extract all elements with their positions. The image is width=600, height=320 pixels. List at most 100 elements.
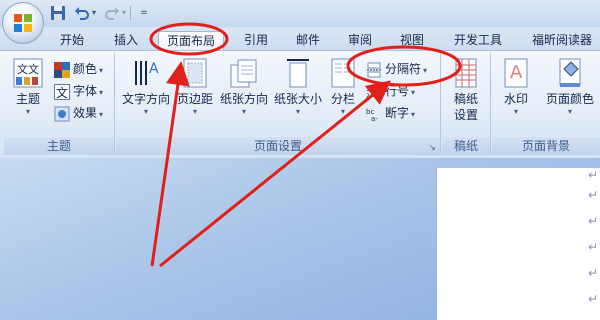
page-color-label: 页面颜色 xyxy=(545,92,594,106)
breaks-icon xyxy=(366,62,382,78)
line-numbers-button[interactable]: 1 2 行号 ▾ xyxy=(366,81,415,101)
tab-review[interactable]: 审阅 xyxy=(340,31,380,50)
paragraph-mark: ↵ xyxy=(588,168,599,182)
page-setup-group-label: 页面设置 xyxy=(116,137,440,155)
text-direction-button[interactable]: A 文字方向 ▾ xyxy=(120,57,172,117)
chevron-down-icon: ▾ xyxy=(411,110,416,119)
chevron-down-icon: ▾ xyxy=(411,88,416,97)
chevron-down-icon: ▾ xyxy=(99,88,104,97)
text-direction-label: 文字方向 xyxy=(121,92,170,106)
watermark-label: 水印 xyxy=(503,92,528,106)
theme-button-label: 主题 xyxy=(15,92,40,106)
svg-text:a-: a- xyxy=(371,115,378,122)
svg-text:文: 文 xyxy=(56,85,68,100)
theme-fonts-label: 字体 xyxy=(73,84,98,98)
svg-text:1: 1 xyxy=(366,86,370,93)
line-numbers-icon: 12 xyxy=(366,84,382,100)
theme-effects-button[interactable]: 效果 ▾ xyxy=(54,103,103,123)
chevron-down-icon: ▾ xyxy=(241,107,246,116)
chevron-down-icon: ▾ xyxy=(295,107,300,116)
chevron-down-icon: ▾ xyxy=(99,66,104,75)
ribbon: 文文 主题 ▾ 颜色▾ 文字体▾ 效果▾ 主题 A 文字方向 ▾ 页边距 xyxy=(0,50,600,160)
chevron-down-icon: ▾ xyxy=(340,107,345,116)
paragraph-mark: ↵ xyxy=(588,240,599,254)
page-background-group-label: 页面背景 xyxy=(492,137,600,155)
hyphenation-label: 断字 xyxy=(385,106,410,120)
chevron-down-icon: ▾ xyxy=(567,107,572,116)
save-icon[interactable] xyxy=(50,5,66,21)
watermark-button[interactable]: A 水印 ▾ xyxy=(496,57,536,117)
qat-separator xyxy=(130,6,131,20)
theme-button[interactable]: 文文 主题 ▾ xyxy=(8,57,48,117)
redo-icon[interactable] xyxy=(104,5,120,21)
paragraph-mark: ↵ xyxy=(588,266,599,280)
effects-icon xyxy=(54,106,70,122)
office-button[interactable] xyxy=(2,2,44,44)
chevron-down-icon: ▾ xyxy=(513,107,518,116)
undo-dropdown-icon[interactable]: ▾ xyxy=(90,5,98,21)
ribbon-tab-row: 开始 插入 页面布局 引用 邮件 审阅 视图 开发工具 福昕阅读器 xyxy=(0,27,600,51)
hyphenation-icon: bc a- xyxy=(366,106,382,123)
draft-paper-group-label: 稿纸 xyxy=(442,137,490,155)
chevron-down-icon: ▾ xyxy=(25,107,30,116)
office-logo-icon xyxy=(14,14,32,32)
chevron-down-icon: ▾ xyxy=(143,107,148,116)
tab-references[interactable]: 引用 xyxy=(236,31,276,50)
colors-icon xyxy=(54,61,70,78)
tab-developer[interactable]: 开发工具 xyxy=(446,31,510,50)
theme-icon-text: 文文 xyxy=(17,63,39,76)
draft-paper-group: 稿纸 设置 稿纸 xyxy=(442,53,491,155)
chevron-down-icon: ▾ xyxy=(99,110,104,119)
undo-icon[interactable] xyxy=(74,5,90,21)
paragraph-mark: ↵ xyxy=(588,292,599,306)
svg-text:2: 2 xyxy=(366,93,370,100)
margins-icon xyxy=(179,57,211,89)
line-numbers-label: 行号 xyxy=(385,84,410,98)
page-color-button[interactable]: 页面颜色 ▾ xyxy=(542,57,598,117)
breaks-button[interactable]: 分隔符 ▾ xyxy=(366,59,427,79)
tab-view[interactable]: 视图 xyxy=(392,31,432,50)
draft-paper-icon xyxy=(450,57,482,89)
customize-qat-icon[interactable]: = xyxy=(136,5,152,21)
document-page[interactable] xyxy=(436,168,600,320)
paragraph-mark: ↵ xyxy=(588,214,599,228)
theme-icon: 文文 xyxy=(12,57,44,89)
fonts-icon: 文 xyxy=(54,83,70,100)
chevron-down-icon: ▾ xyxy=(423,66,428,75)
title-bar: ▾ ▾ = xyxy=(0,0,600,28)
columns-icon xyxy=(327,57,359,89)
draft-settings-label-line2: 设置 xyxy=(453,108,478,122)
theme-effects-label: 效果 xyxy=(73,106,98,120)
theme-colors-button[interactable]: 颜色 ▾ xyxy=(54,59,103,79)
orientation-button[interactable]: 纸张方向 ▾ xyxy=(218,57,270,117)
tab-page-layout[interactable]: 页面布局 xyxy=(158,31,224,51)
paragraph-mark: ↵ xyxy=(588,188,599,202)
paint-bucket-icon xyxy=(554,57,586,89)
tab-mailings[interactable]: 邮件 xyxy=(288,31,328,50)
draft-settings-button[interactable]: 稿纸 设置 xyxy=(446,57,486,123)
theme-fonts-button[interactable]: 文字体 ▾ xyxy=(54,81,103,101)
theme-group: 文文 主题 ▾ 颜色 ▾ 文字体 ▾ 效果 ▾ 主题 xyxy=(4,53,115,155)
theme-colors-label: 颜色 xyxy=(73,62,98,76)
page-background-group: A 水印 ▾ 页面颜色 ▾ 页面背景 xyxy=(492,53,600,155)
watermark-icon: A xyxy=(500,57,532,89)
svg-text:A: A xyxy=(149,61,159,77)
redo-dropdown-icon[interactable]: ▾ xyxy=(120,5,128,21)
columns-button[interactable]: 分栏 ▾ xyxy=(326,57,360,117)
page-setup-group: A 文字方向 ▾ 页边距 ▾ 纸张方向 ▾ 纸张大小 ▾ 分栏 ▾ 分隔符 ▾ … xyxy=(116,53,441,155)
draft-settings-label-line1: 稿纸 xyxy=(453,92,478,106)
tab-insert[interactable]: 插入 xyxy=(104,31,148,50)
dialog-launcher-icon[interactable]: ↘ xyxy=(429,143,438,152)
tab-foxit-reader[interactable]: 福昕阅读器 xyxy=(524,31,600,50)
margins-label: 页边距 xyxy=(176,92,213,106)
margins-button[interactable]: 页边距 ▾ xyxy=(174,57,216,117)
orientation-label: 纸张方向 xyxy=(219,92,268,106)
orientation-icon xyxy=(228,57,260,89)
tab-home[interactable]: 开始 xyxy=(50,31,94,50)
text-direction-icon: A xyxy=(130,57,162,89)
page-size-button[interactable]: 纸张大小 ▾ xyxy=(272,57,324,117)
page-size-icon xyxy=(282,57,314,89)
hyphenation-button[interactable]: bc a- 断字 ▾ xyxy=(366,103,415,123)
chevron-down-icon: ▾ xyxy=(192,107,197,116)
columns-label: 分栏 xyxy=(330,92,355,106)
